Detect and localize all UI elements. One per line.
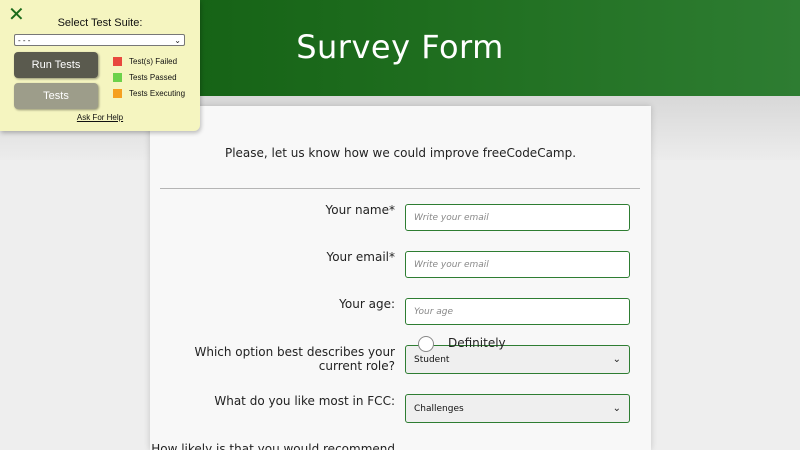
run-tests-button[interactable]: Run Tests xyxy=(14,52,98,78)
legend-failed-label: Test(s) Failed xyxy=(129,57,178,66)
chevron-down-icon: ⌄ xyxy=(612,403,621,414)
survey-card: Please, let us know how we could improve… xyxy=(150,106,651,450)
legend-item-failed: Test(s) Failed xyxy=(113,57,177,66)
tests-button[interactable]: Tests xyxy=(14,83,98,109)
chevron-down-icon: ⌄ xyxy=(612,354,621,365)
divider xyxy=(160,188,640,189)
executing-swatch xyxy=(113,89,122,98)
name-input[interactable] xyxy=(405,204,630,231)
test-suite-select[interactable]: - - - ⌄ xyxy=(14,34,185,46)
name-label: Your name* xyxy=(325,203,395,217)
legend-executing-label: Tests Executing xyxy=(129,89,186,98)
role-select[interactable]: Student ⌄ xyxy=(405,345,630,374)
like-select[interactable]: Challenges ⌄ xyxy=(405,394,630,423)
test-suite-title: Select Test Suite: xyxy=(57,17,143,29)
like-label: What do you like most in FCC: xyxy=(214,394,395,408)
chevron-down-icon: ⌄ xyxy=(174,35,181,45)
test-suite-selected-value: - - - xyxy=(18,35,31,45)
ask-for-help-link[interactable]: Ask For Help xyxy=(0,113,200,122)
survey-description: Please, let us know how we could improve… xyxy=(224,146,577,160)
test-suite-panel: ✕ Select Test Suite: - - - ⌄ Run Tests T… xyxy=(0,0,200,131)
like-selected-value: Challenges xyxy=(414,403,464,414)
email-input[interactable] xyxy=(405,251,630,278)
email-label: Your email* xyxy=(326,250,395,264)
legend-item-passed: Tests Passed xyxy=(113,73,177,82)
role-label: Which option best describes your current… xyxy=(194,345,395,373)
recommend-radio-definitely[interactable] xyxy=(418,336,434,352)
failed-swatch xyxy=(113,57,122,66)
role-selected-value: Student xyxy=(414,354,450,365)
legend-passed-label: Tests Passed xyxy=(129,73,177,82)
recommend-option-label: Definitely xyxy=(448,336,506,350)
legend-item-executing: Tests Executing xyxy=(113,89,185,98)
age-input[interactable] xyxy=(405,298,630,325)
recommend-label: How likely is that you would recommend xyxy=(151,442,395,450)
age-label: Your age: xyxy=(339,297,395,311)
passed-swatch xyxy=(113,73,122,82)
